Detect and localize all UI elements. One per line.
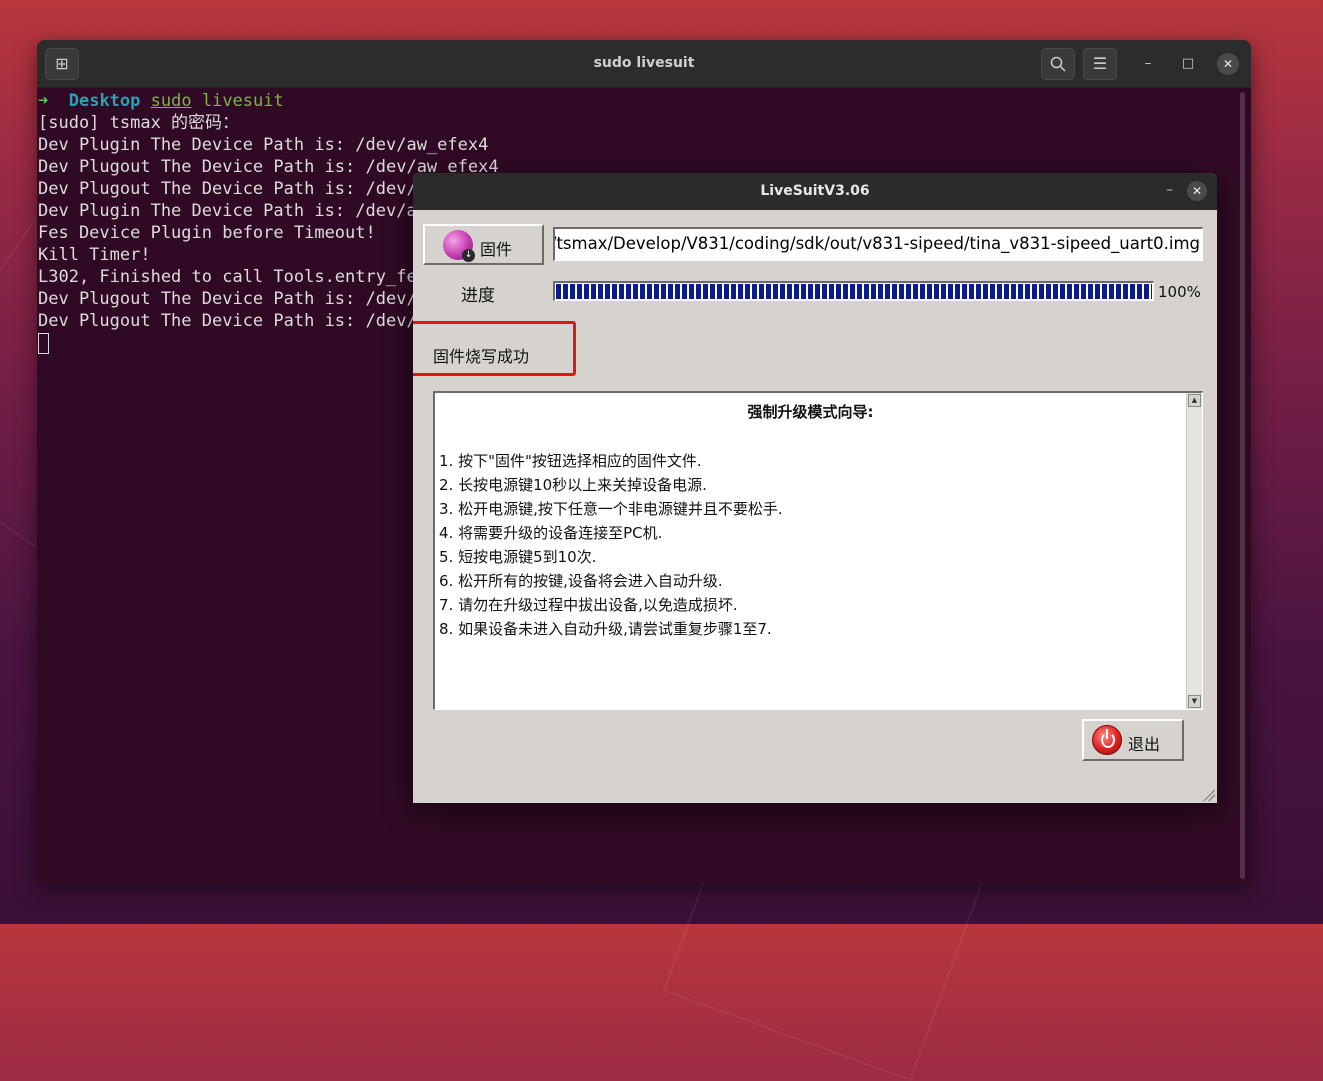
command-sudo: sudo	[150, 91, 192, 111]
command-name: livesuit	[201, 91, 284, 111]
guide-step: 7. 请勿在升级过程中拔出设备,以免造成损坏.	[439, 596, 738, 614]
firmware-path-text: /home/tsmax/Develop/V831/coding/sdk/out/…	[553, 234, 1200, 253]
search-icon[interactable]	[1041, 48, 1075, 80]
power-icon	[1092, 725, 1122, 755]
output-line: Dev Plugin The Device Path is: /dev/aw_e…	[38, 135, 489, 155]
firmware-path-field[interactable]: /home/tsmax/Develop/V831/coding/sdk/out/…	[553, 227, 1203, 261]
guide-step: 2. 长按电源键10秒以上来关掉设备电源.	[439, 476, 707, 494]
close-icon[interactable]: ✕	[1187, 181, 1207, 201]
firmware-globe-icon: ↓	[443, 230, 475, 262]
guide-step: 3. 松开电源键,按下任意一个非电源键并且不要松手.	[439, 500, 783, 518]
terminal-titlebar: ⊞ sudo livesuit ☰ – □ ✕	[37, 40, 1251, 88]
output-line: [sudo] tsmax 的密码：	[38, 113, 240, 133]
scroll-down-icon[interactable]: ▼	[1188, 695, 1201, 708]
progress-bar	[553, 281, 1154, 301]
download-icon: ↓	[462, 249, 475, 262]
prompt-dir: Desktop	[68, 91, 141, 111]
progress-fill	[556, 284, 1152, 299]
progress-label: 进度	[461, 286, 495, 306]
prompt-line: ➜ Desktop sudo livesuit	[38, 90, 1251, 112]
firmware-button[interactable]: ↓ 固件	[423, 224, 544, 265]
guide-step: 1. 按下"固件"按钮选择相应的固件文件.	[439, 452, 702, 470]
guide-steps: 1. 按下"固件"按钮选择相应的固件文件. 2. 长按电源键10秒以上来关掉设备…	[439, 449, 783, 641]
livesuit-window: LiveSuitV3.06 – ✕ ↓ 固件 /home/tsmax/Devel…	[413, 173, 1217, 803]
resize-grip-icon[interactable]	[1203, 789, 1215, 801]
guide-step: 5. 短按电源键5到10次.	[439, 548, 597, 566]
progress-percent: 100%	[1158, 283, 1201, 301]
minimize-icon[interactable]: –	[1166, 182, 1173, 198]
livesuit-title: LiveSuitV3.06	[760, 183, 870, 199]
guide-step: 8. 如果设备未进入自动升级,请尝试重复步骤1至7.	[439, 620, 772, 638]
scroll-up-icon[interactable]: ▲	[1188, 394, 1201, 407]
status-text: 固件烧写成功	[433, 347, 530, 366]
maximize-icon[interactable]: □	[1177, 53, 1199, 75]
close-icon[interactable]: ✕	[1217, 53, 1239, 75]
exit-button-label: 退出	[1128, 735, 1161, 754]
guide-step: 4. 将需要升级的设备连接至PC机.	[439, 524, 663, 542]
firmware-button-label: 固件	[480, 240, 513, 259]
terminal-scrollbar[interactable]	[1240, 92, 1245, 879]
guide-step: 6. 松开所有的按键,设备将会进入自动升级.	[439, 572, 723, 590]
minimize-icon[interactable]: –	[1137, 53, 1159, 75]
guide-scrollbar[interactable]: ▲ ▼	[1186, 393, 1202, 709]
prompt-arrow: ➜	[38, 91, 49, 111]
livesuit-titlebar: LiveSuitV3.06 – ✕	[413, 173, 1217, 210]
terminal-cursor	[38, 332, 49, 354]
exit-button[interactable]: 退出	[1082, 719, 1184, 761]
guide-textbox[interactable]: 强制升级模式向导: 1. 按下"固件"按钮选择相应的固件文件. 2. 长按电源键…	[433, 391, 1203, 710]
hamburger-menu-icon[interactable]: ☰	[1083, 48, 1117, 80]
guide-title: 强制升级模式向导:	[747, 403, 874, 421]
